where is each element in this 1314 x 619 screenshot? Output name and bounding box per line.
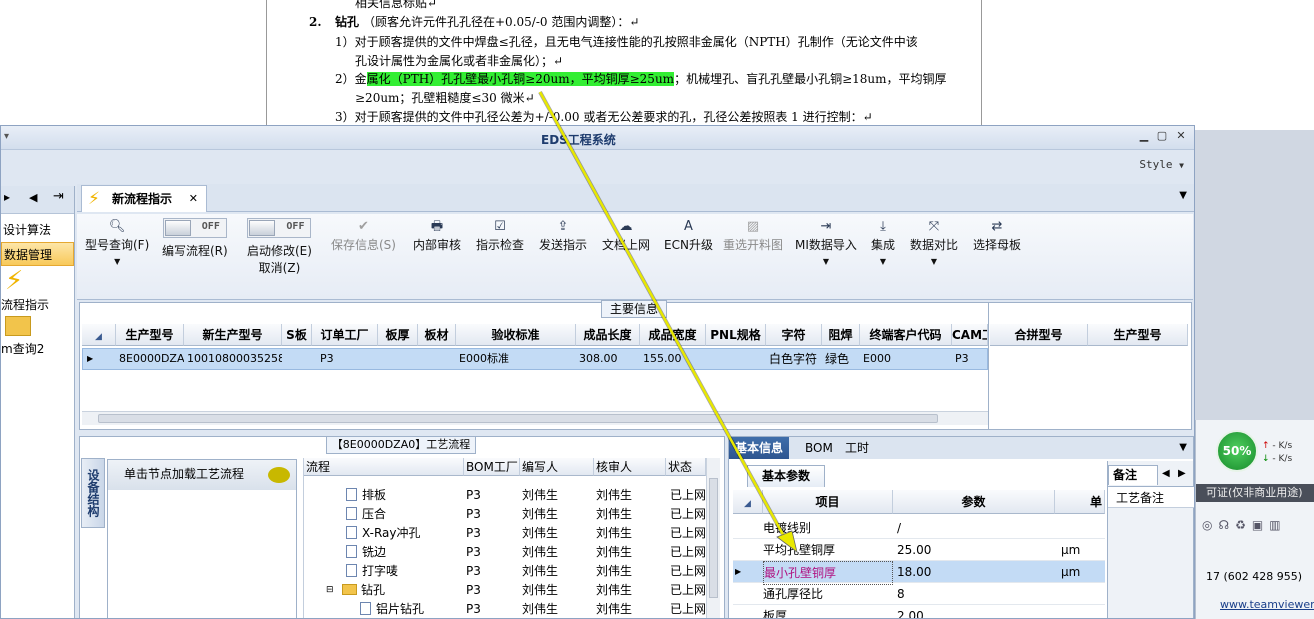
annotation-arrow [538,91,798,553]
arrow-head [776,530,798,553]
